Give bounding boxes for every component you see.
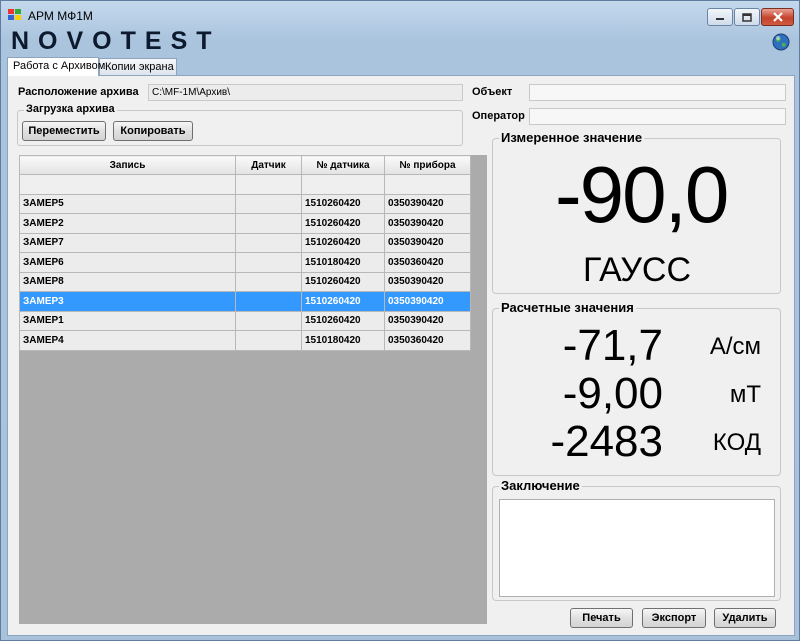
cell-sensor[interactable] [235,310,302,331]
cell-device-no[interactable]: 0350390420 [384,271,471,292]
measured-value-title: Измеренное значение [499,130,645,145]
close-button[interactable] [761,8,794,26]
archive-load-title: Загрузка архива [24,103,117,115]
cell-sensor-no[interactable]: 1510260420 [301,232,385,253]
export-button[interactable]: Экспорт [642,608,706,628]
column-header-device-no[interactable]: № прибора [384,155,471,175]
window-title: АРМ МФ1М [28,9,93,23]
title-bar: АРМ МФ1М [1,1,799,29]
table-row[interactable] [19,174,471,195]
archive-panel: Расположение архива C:\MF-1M\Архив\ Загр… [7,75,795,636]
cell-record[interactable]: ЗАМЕР3 [19,291,236,312]
records-grid[interactable]: Запись Датчик № датчика № прибора ЗАМЕР5… [19,155,487,624]
cell-device-no[interactable]: 0350390420 [384,291,471,312]
table-row[interactable]: ЗАМЕР7 1510260420 0350390420 [19,232,471,253]
table-row[interactable]: ЗАМЕР5 1510260420 0350390420 [19,193,471,214]
cell-record[interactable]: ЗАМЕР7 [19,232,236,253]
novotest-logo: NOVOTEST [11,29,221,53]
column-header-sensor[interactable]: Датчик [235,155,302,175]
calculated-values-title: Расчетные значения [499,300,636,315]
app-window: АРМ МФ1М NOVOTEST Работа с Архивом Копии… [0,0,800,641]
cell-sensor-no[interactable]: 1510180420 [301,252,385,273]
calc-unit-2: мТ [729,381,761,408]
close-icon [772,12,783,22]
cell-sensor[interactable] [235,252,302,273]
cell-sensor[interactable] [235,232,302,253]
delete-button[interactable]: Удалить [714,608,776,628]
cell-sensor-no[interactable]: 1510180420 [301,330,385,351]
measured-unit: ГАУСС [583,251,692,289]
table-row[interactable]: ЗАМЕР1 1510260420 0350390420 [19,310,471,331]
cell-sensor[interactable] [235,330,302,351]
calc-value-2: -9,00 [562,369,663,418]
tab-screenshots[interactable]: Копии экрана [99,58,177,75]
tab-archive[interactable]: Работа с Архивом [7,57,105,76]
column-header-record[interactable]: Запись [19,155,236,175]
object-label: Объект [472,86,513,98]
cell-record[interactable]: ЗАМЕР4 [19,330,236,351]
operator-field[interactable] [529,108,786,125]
cell-device-no[interactable]: 0350390420 [384,232,471,253]
cell-device-no[interactable]: 0350360420 [384,330,471,351]
cell-sensor[interactable] [235,271,302,292]
archive-location-field[interactable]: C:\MF-1M\Архив\ [148,84,463,101]
cell-sensor-no[interactable]: 1510260420 [301,271,385,292]
cell-sensor[interactable] [235,174,302,195]
table-row[interactable]: ЗАМЕР8 1510260420 0350390420 [19,271,471,292]
cell-device-no[interactable] [384,174,471,195]
cell-sensor[interactable] [235,291,302,312]
measured-value: -90,0 [555,150,729,239]
cell-record[interactable]: ЗАМЕР1 [19,310,236,331]
cell-sensor-no[interactable]: 1510260420 [301,310,385,331]
conclusion-textarea[interactable] [499,499,775,597]
cell-device-no[interactable]: 0350360420 [384,252,471,273]
calc-value-3: -2483 [550,417,663,466]
cell-record[interactable]: ЗАМЕР6 [19,252,236,273]
svg-text:NOVOTEST: NOVOTEST [11,29,221,53]
cell-sensor-no[interactable]: 1510260420 [301,193,385,214]
table-row[interactable]: ЗАМЕР3 1510260420 0350390420 [19,291,471,312]
cell-device-no[interactable]: 0350390420 [384,213,471,234]
cell-sensor[interactable] [235,193,302,214]
logo-row: NOVOTEST [1,29,799,56]
operator-label: Оператор [472,110,525,122]
maximize-icon [742,12,752,22]
calculated-values-group: Расчетные значения -71,7 А/см -9,00 мТ -… [492,300,781,476]
archive-load-group: Загрузка архива Переместить Копировать [17,103,463,146]
calc-unit-1: А/см [709,333,761,360]
records-table: Запись Датчик № датчика № прибора ЗАМЕР5… [19,155,471,351]
cell-sensor-no[interactable] [301,174,385,195]
measured-value-group: Измеренное значение -90,0 ГАУСС [492,130,781,294]
cell-sensor[interactable] [235,213,302,234]
cell-record[interactable]: ЗАМЕР5 [19,193,236,214]
minimize-icon [716,18,724,20]
conclusion-title: Заключение [499,478,582,493]
object-field[interactable] [529,84,786,101]
table-header-row: Запись Датчик № датчика № прибора [19,155,471,175]
column-header-sensor-no[interactable]: № датчика [301,155,385,175]
cell-record[interactable]: ЗАМЕР8 [19,271,236,292]
copy-button[interactable]: Копировать [113,121,193,141]
table-row[interactable]: ЗАМЕР2 1510260420 0350390420 [19,213,471,234]
minimize-button[interactable] [707,8,733,26]
app-icon [8,9,22,21]
table-row[interactable]: ЗАМЕР4 1510180420 0350360420 [19,330,471,351]
calc-value-1: -71,7 [562,321,663,370]
cell-device-no[interactable]: 0350390420 [384,193,471,214]
maximize-button[interactable] [734,8,760,26]
table-row[interactable]: ЗАМЕР6 1510180420 0350360420 [19,252,471,273]
cell-sensor-no[interactable]: 1510260420 [301,291,385,312]
archive-location-label: Расположение архива [18,86,139,98]
conclusion-group: Заключение [492,478,781,601]
cell-record[interactable] [19,174,236,195]
move-button[interactable]: Переместить [22,121,106,141]
print-button[interactable]: Печать [570,608,633,628]
globe-icon[interactable] [772,33,790,51]
cell-sensor-no[interactable]: 1510260420 [301,213,385,234]
cell-device-no[interactable]: 0350390420 [384,310,471,331]
cell-record[interactable]: ЗАМЕР2 [19,213,236,234]
calc-unit-3: КОД [712,429,761,456]
